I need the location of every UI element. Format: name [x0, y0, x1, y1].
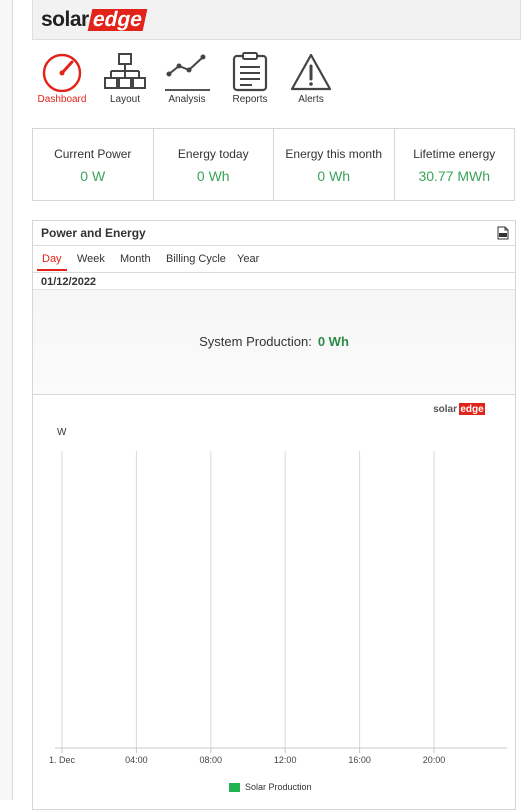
panel-title: Power and Energy [41, 226, 146, 240]
sitemap-icon [104, 53, 146, 89]
chart-grid [61, 451, 435, 748]
nav-layout[interactable]: Layout [95, 52, 155, 105]
nav-alerts[interactable]: Alerts [281, 52, 341, 105]
stat-value: 30.77 MWh [418, 168, 491, 184]
stat-label: Energy this month [285, 147, 383, 161]
line-chart-icon [166, 54, 206, 77]
nav-label-reports: Reports [232, 94, 268, 105]
nav-analysis[interactable]: Analysis [157, 52, 217, 105]
legend-swatch [229, 782, 240, 792]
legend-label: Solar Production [245, 782, 312, 792]
csv-export-icon[interactable] [497, 226, 509, 240]
x-tick-label: 04:00 [125, 755, 148, 765]
stat-label: Lifetime energy [413, 147, 496, 161]
stat-energy-this-month: Energy this month 0 Wh [274, 129, 395, 200]
header-bar: solar edge [32, 0, 521, 40]
tab-billing-cycle[interactable]: Billing Cycle [166, 253, 226, 265]
y-axis-label: W [57, 427, 67, 438]
summary-label: System Production: [199, 334, 312, 349]
nav-label-dashboard: Dashboard [37, 94, 87, 105]
x-axis-ticks: 1. Dec 04:00 08:00 12:00 16:00 20:00 [49, 748, 445, 765]
stat-energy-today: Energy today 0 Wh [154, 129, 274, 200]
production-summary: System Production: 0 Wh [33, 289, 515, 395]
logo-edge-text: edge [87, 8, 148, 31]
nav-label-layout: Layout [109, 94, 141, 105]
stats-bar: Current Power 0 W Energy today 0 Wh Ener… [32, 128, 515, 201]
nav-label-analysis: Analysis [168, 94, 206, 105]
period-tabs: Day Week Month Billing Cycle Year [33, 247, 515, 272]
power-energy-panel: Power and Energy Day Week Month Billing … [32, 220, 516, 810]
summary-value: 0 Wh [317, 334, 349, 349]
warning-icon [290, 53, 332, 91]
nav-label-alerts: Alerts [298, 94, 324, 105]
stat-label: Energy today [177, 147, 249, 161]
x-tick-label: 16:00 [348, 755, 371, 765]
tab-year[interactable]: Year [237, 253, 259, 265]
watermark-solar-text: solar [433, 404, 457, 415]
tab-day[interactable]: Day [42, 253, 62, 265]
clipboard-icon [232, 52, 268, 92]
x-tick-label: 12:00 [274, 755, 297, 765]
x-tick-label: 1. Dec [49, 755, 76, 765]
active-tab-underline [37, 269, 67, 271]
tab-week[interactable]: Week [77, 253, 105, 265]
nav-dashboard[interactable]: Dashboard [32, 52, 92, 105]
tab-month[interactable]: Month [120, 253, 151, 265]
chart-legend[interactable]: Solar Production [229, 782, 312, 792]
watermark-edge-text: edge [460, 404, 484, 415]
stat-current-power: Current Power 0 W [33, 129, 154, 200]
x-tick-label: 08:00 [200, 755, 223, 765]
speedometer-icon [42, 53, 82, 92]
x-tick-label: 20:00 [423, 755, 446, 765]
summary-line: System Production: 0 Wh [33, 334, 515, 349]
solaredge-logo[interactable]: solar edge [41, 8, 148, 31]
stat-value: 0 Wh [196, 168, 230, 184]
nav-reports[interactable]: Reports [220, 52, 280, 105]
power-chart: solar edge W 1. Dec 04:00 08:00 12:00 16:00 2… [49, 403, 507, 765]
stat-value: 0 Wh [317, 168, 351, 184]
solaredge-watermark: solar edge [433, 403, 485, 415]
tabs-divider [33, 272, 515, 273]
date-label: 01/12/2022 [41, 276, 97, 288]
left-rail [0, 0, 13, 800]
stat-value: 0 W [80, 168, 106, 184]
panel-divider [33, 245, 515, 246]
stat-lifetime-energy: Lifetime energy 30.77 MWh [395, 129, 515, 200]
nav-active-underline [165, 89, 210, 91]
logo-solar-text: solar [41, 8, 89, 31]
stat-label: Current Power [54, 147, 132, 161]
